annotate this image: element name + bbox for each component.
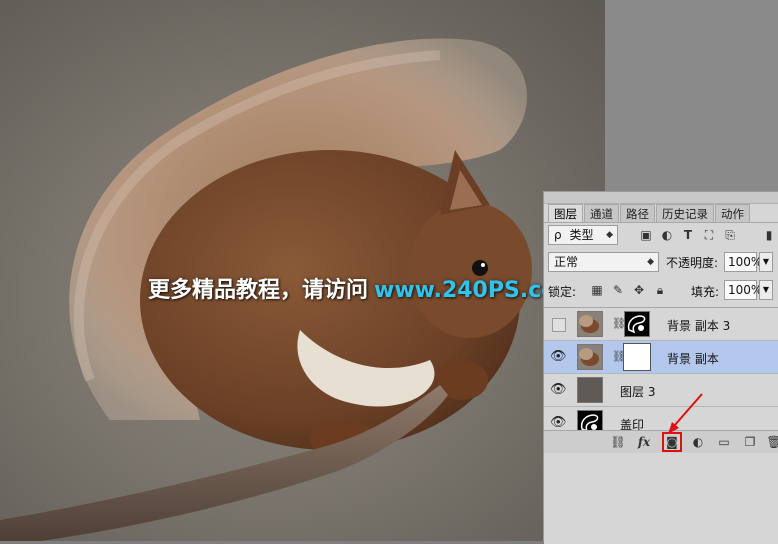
smart-object-filter-icon[interactable]: ⎘ (723, 228, 737, 242)
layer-thumbnail[interactable] (577, 344, 603, 370)
opacity-label: 不透明度: (666, 256, 719, 270)
red-arrow-annotation (668, 393, 703, 434)
layer-mask-thumbnail[interactable] (624, 311, 650, 337)
shape-filter-icon[interactable]: ⛶ (702, 228, 716, 242)
tab-actions[interactable]: 动作 (715, 204, 750, 222)
layer-row-selected[interactable]: 👁︎ ⛓ 背景 副本 (544, 341, 778, 374)
panel-empty-area (544, 454, 778, 544)
squirrel-thumbnail-icon (578, 312, 602, 336)
layer-thumbnail[interactable] (577, 377, 603, 403)
updown-arrow-icon: ◆ (606, 230, 613, 240)
tab-history[interactable]: 历史记录 (656, 204, 714, 222)
search-icon: ρ (554, 228, 562, 242)
fill-dropdown-arrow[interactable]: ▼ (759, 280, 773, 300)
eye-icon[interactable]: 👁︎ (550, 382, 567, 398)
blend-mode-value: 正常 (554, 255, 579, 269)
layer-row[interactable]: ⛓ 背景 副本 3 (544, 308, 778, 341)
layer-name[interactable]: 背景 副本 (667, 350, 719, 367)
document-canvas[interactable]: 更多精品教程，请访问 www.240PS.com (0, 0, 605, 541)
updown-arrow-icon: ◆ (647, 257, 654, 267)
adjustment-filter-icon[interactable]: ◐ (660, 228, 674, 242)
image-filter-icon[interactable]: ▣ (639, 228, 653, 242)
squirrel-thumbnail-icon (578, 345, 602, 369)
watermark-text: 更多精品教程，请访问 www.240PS.com (148, 272, 579, 304)
lock-transparency-icon[interactable]: ▦ (590, 283, 604, 297)
panel-tabs: 图层 通道 路径 历史记录 动作 (548, 204, 751, 223)
opacity-input[interactable]: 100% (724, 252, 762, 272)
watermark-chinese: 更多精品教程，请访问 (148, 278, 369, 303)
lock-all-icon[interactable]: 🔒︎ (653, 283, 667, 297)
visibility-toggle-off[interactable] (552, 318, 566, 332)
layer-filter-row: ρ 类型 ◆ ▣ ◐ T ⛶ ⎘ ▮ (548, 225, 778, 247)
lock-label: 锁定: (548, 285, 577, 299)
new-layer-icon[interactable]: ❐ (742, 434, 758, 450)
mask-thumbnail-icon (625, 312, 649, 336)
filter-kind-dropdown[interactable]: ρ 类型 ◆ (548, 225, 618, 245)
eye-icon[interactable]: 👁︎ (550, 415, 567, 431)
layer-name[interactable]: 背景 副本 3 (667, 317, 730, 334)
fill-label: 填充: (691, 285, 720, 299)
layer-thumbnail[interactable] (577, 311, 603, 337)
lock-image-brush-icon[interactable]: ✎ (611, 283, 625, 297)
filter-kind-label: 类型 (569, 228, 594, 242)
tab-paths[interactable]: 路径 (620, 204, 655, 222)
layer-mask-thumbnail[interactable] (623, 343, 651, 371)
type-filter-icon[interactable]: T (681, 228, 695, 242)
blend-row: 正常 ◆ 不透明度: 100% ▼ (548, 252, 778, 274)
tab-channels[interactable]: 通道 (584, 204, 619, 222)
delete-icon[interactable]: 🗑︎ (766, 434, 778, 450)
new-group-icon[interactable]: ▭ (716, 434, 732, 450)
tab-layers[interactable]: 图层 (548, 204, 583, 223)
layers-panel: 图层 通道 路径 历史记录 动作 ρ 类型 ◆ ▣ ◐ T ⛶ ⎘ ▮ 正常 ◆… (543, 191, 778, 544)
panel-title-bar[interactable] (544, 192, 778, 204)
blend-mode-dropdown[interactable]: 正常 ◆ (548, 252, 659, 272)
eye-icon[interactable]: 👁︎ (550, 349, 567, 365)
lock-row: 锁定: ▦ ✎ ✥ 🔒︎ 填充: 100% ▼ (548, 280, 778, 302)
filter-toggle-icon[interactable]: ▮ (762, 228, 776, 242)
lock-position-icon[interactable]: ✥ (632, 283, 646, 297)
opacity-dropdown-arrow[interactable]: ▼ (759, 252, 773, 272)
squirrel-photo (0, 38, 532, 541)
tab-divider (544, 222, 778, 223)
link-layers-icon[interactable]: ⛓ (610, 434, 626, 450)
fill-input[interactable]: 100% (724, 280, 762, 300)
